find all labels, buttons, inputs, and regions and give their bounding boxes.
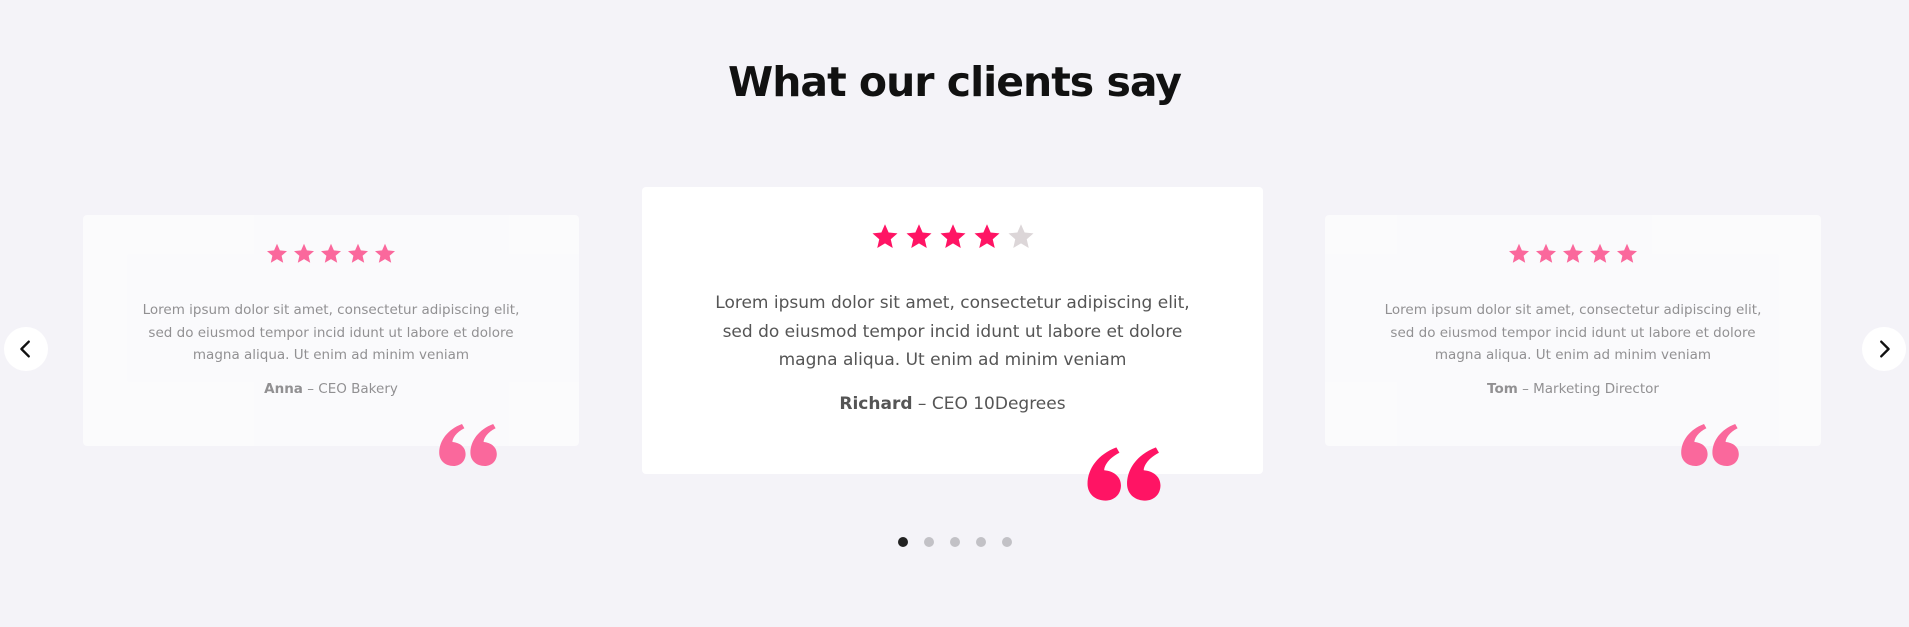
star-rating [642,222,1263,252]
author-separator: – [1522,381,1529,397]
star-empty-icon [1008,224,1033,248]
testimonial-author: Tom – Marketing Director [1325,381,1821,397]
pagination-dot[interactable] [897,537,908,547]
star-filled-icon [974,224,999,248]
chevron-left-icon [20,340,30,358]
testimonial-text: Lorem ipsum dolor sit amet, consectetur … [1384,302,1762,363]
section-title: What our clients say [727,58,1182,106]
star-filled-icon [1590,243,1610,263]
author-name: Tom [1487,381,1518,397]
star-filled-icon [267,243,287,263]
testimonial-text: Lorem ipsum dolor sit amet, consectetur … [715,293,1190,370]
author-role: CEO 10Degrees [931,394,1066,414]
pagination-dot[interactable] [949,537,960,547]
quote-icon [1087,447,1161,501]
star-filled-icon [872,224,897,248]
pagination-dot[interactable] [975,537,986,547]
chevron-right-icon [1880,340,1890,358]
star-filled-icon [906,224,931,248]
star-filled-icon [1617,243,1637,263]
star-filled-icon [321,243,341,263]
previous-button[interactable] [4,327,48,371]
author-separator: – [917,394,927,414]
pagination-dot[interactable] [923,537,934,547]
testimonial-author: Anna – CEO Bakery [83,381,579,397]
testimonial-card-anna: Lorem ipsum dolor sit amet, consectetur … [83,215,579,466]
star-filled-icon [1563,243,1583,263]
quote-icon [1681,424,1739,466]
testimonial-card-tom: Lorem ipsum dolor sit amet, consectetur … [1325,215,1821,466]
author-name: Richard [839,394,913,414]
star-filled-icon [1536,243,1556,263]
star-filled-icon [1509,243,1529,263]
next-button[interactable] [1862,327,1906,371]
author-name: Anna [264,381,303,397]
star-filled-icon [940,224,965,248]
carousel-pagination [0,537,1909,547]
star-filled-icon [375,243,395,263]
star-rating [1325,242,1821,266]
author-separator: – [307,381,314,397]
testimonial-card-richard: Lorem ipsum dolor sit amet, consectetur … [642,187,1263,501]
quote-icon [439,424,497,466]
star-rating [83,242,579,266]
author-role: Marketing Director [1533,381,1659,397]
author-role: CEO Bakery [318,381,398,397]
star-filled-icon [294,243,314,263]
testimonial-author: Richard – CEO 10Degrees [642,394,1263,414]
pagination-dot[interactable] [1001,537,1012,547]
testimonial-text: Lorem ipsum dolor sit amet, consectetur … [142,302,520,363]
star-filled-icon [348,243,368,263]
